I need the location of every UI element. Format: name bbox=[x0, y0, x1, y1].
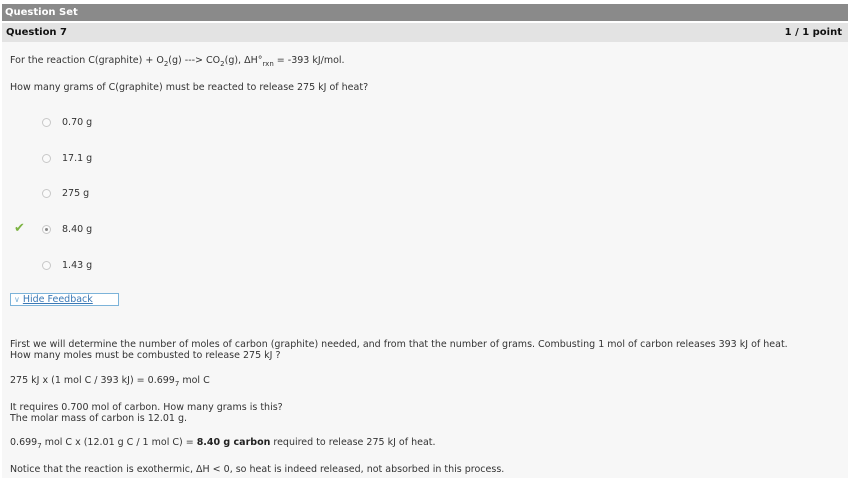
feedback-paragraph-2b: The molar mass of carbon is 12.01 g. bbox=[10, 413, 188, 424]
choice-option-3[interactable]: 275 g bbox=[42, 186, 89, 200]
feedback-paragraph-1a: First we will determine the number of mo… bbox=[10, 339, 788, 350]
question-set-title: Question Set bbox=[5, 7, 78, 18]
reaction-statement: For the reaction C(graphite) + O2(g) ---… bbox=[10, 55, 345, 68]
choice-label: 8.40 g bbox=[62, 223, 93, 235]
radio-button[interactable] bbox=[42, 153, 51, 163]
radio-button[interactable] bbox=[42, 260, 51, 270]
question-header: Question 7 1 / 1 point bbox=[2, 23, 848, 42]
radio-button[interactable] bbox=[42, 188, 51, 198]
correct-check-icon: ✔ bbox=[14, 221, 25, 236]
choice-label: 0.70 g bbox=[62, 116, 93, 128]
choice-label: 275 g bbox=[62, 187, 90, 199]
choice-label: 1.43 g bbox=[62, 259, 93, 271]
question-content: For the reaction C(graphite) + O2(g) ---… bbox=[2, 42, 848, 478]
feedback-paragraph-2a: It requires 0.700 mol of carbon. How man… bbox=[10, 402, 283, 413]
hide-feedback-label: Hide Feedback bbox=[22, 294, 93, 305]
feedback-note: Notice that the reaction is exothermic, … bbox=[10, 464, 505, 475]
feedback-calculation-1: 275 kJ x (1 mol C / 393 kJ) = 0.6997 mol… bbox=[10, 375, 210, 388]
feedback-calculation-2: 0.6997 mol C x (12.01 g C / 1 mol C) = 8… bbox=[10, 437, 436, 450]
question-set-header: Question Set bbox=[2, 4, 848, 21]
choice-option-5[interactable]: 1.43 g bbox=[42, 258, 92, 272]
choice-option-2[interactable]: 17.1 g bbox=[42, 151, 92, 165]
question-label: Question 7 bbox=[6, 27, 67, 38]
choice-option-1[interactable]: 0.70 g bbox=[42, 115, 92, 129]
feedback-paragraph-1b: How many moles must be combusted to rele… bbox=[10, 350, 281, 361]
radio-button-selected[interactable] bbox=[42, 224, 51, 234]
question-prompt: How many grams of C(graphite) must be re… bbox=[10, 82, 369, 93]
radio-button[interactable] bbox=[42, 117, 51, 127]
chevron-down-icon: ∨ bbox=[14, 295, 20, 304]
hide-feedback-button[interactable]: ∨ Hide Feedback bbox=[10, 293, 119, 306]
choice-option-4[interactable]: 8.40 g bbox=[42, 222, 92, 236]
choice-label: 17.1 g bbox=[62, 152, 93, 164]
question-score: 1 / 1 point bbox=[784, 27, 842, 38]
